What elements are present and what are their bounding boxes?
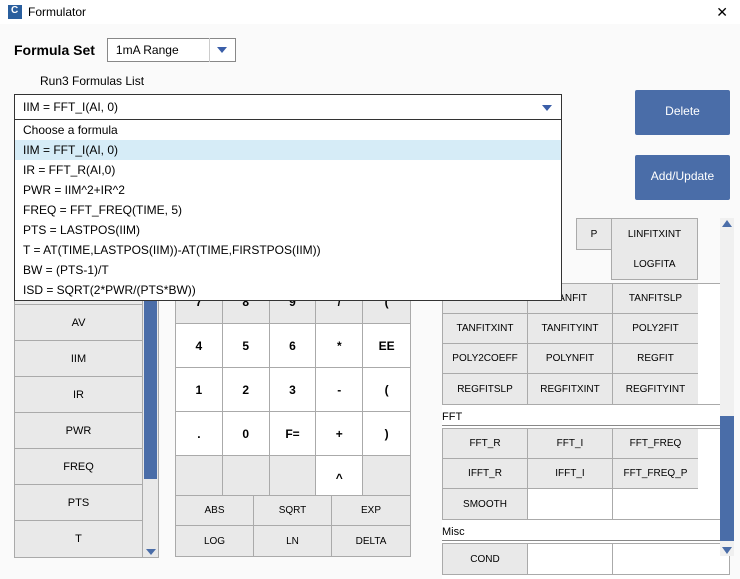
fn-tanfitxint[interactable]: TANFITXINT xyxy=(443,314,528,344)
keypad-key[interactable]: EE xyxy=(363,324,410,368)
variable-scrollbar[interactable] xyxy=(142,269,158,557)
variable-list: AIAVIIMIRPWRFREQPTST xyxy=(14,268,159,558)
misc-section-label: Misc xyxy=(442,524,730,541)
variable-item[interactable]: PTS xyxy=(15,485,142,521)
fn-sqrt[interactable]: SQRT xyxy=(254,496,332,526)
fn-poly2coeff[interactable]: POLY2COEFF xyxy=(443,344,528,374)
fn-regfitslp[interactable]: REGFITSLP xyxy=(443,374,528,404)
keypad-key[interactable]: 4 xyxy=(176,324,223,368)
fn-ln[interactable]: LN xyxy=(254,526,332,556)
add-update-button[interactable]: Add/Update xyxy=(635,155,730,200)
fn-log[interactable]: LOG xyxy=(176,526,254,556)
fn-poly2fit[interactable]: POLY2FIT xyxy=(613,314,698,344)
fn-empty xyxy=(528,544,613,574)
arrow-down-icon[interactable] xyxy=(722,547,732,554)
fft-section-label: FFT xyxy=(442,409,730,426)
variable-item[interactable]: PWR xyxy=(15,413,142,449)
keypad-empty xyxy=(270,456,317,500)
fn-polynfit[interactable]: POLYNFIT xyxy=(528,344,613,374)
fn-fft_freq[interactable]: FFT_FREQ xyxy=(613,429,698,459)
fn-empty xyxy=(613,544,698,574)
fn-empty xyxy=(528,489,613,519)
numeric-keypad: 789/(456*EE123-(.0F=+)^ xyxy=(175,279,411,501)
keypad-key[interactable]: + xyxy=(316,412,363,456)
fn-regfityint[interactable]: REGFITYINT xyxy=(613,374,698,404)
formula-set-label: Formula Set xyxy=(14,42,95,58)
fn-abs[interactable]: ABS xyxy=(176,496,254,526)
formula-option[interactable]: PTS = LASTPOS(IIM) xyxy=(15,220,561,240)
formula-option[interactable]: IIM = FFT_I(AI, 0) xyxy=(15,140,561,160)
title-bar: Formulator ✕ xyxy=(0,0,740,24)
fn-smooth[interactable]: SMOOTH xyxy=(443,489,528,519)
misc-functions-grid: COND xyxy=(442,543,730,575)
delete-button[interactable]: Delete xyxy=(635,90,730,135)
fn-fft_r[interactable]: FFT_R xyxy=(443,429,528,459)
variable-item[interactable]: IIM xyxy=(15,341,142,377)
formula-option[interactable]: Choose a formula xyxy=(15,120,561,140)
formula-option[interactable]: BW = (PTS-1)/T xyxy=(15,260,561,280)
basic-functions: ABSSQRTEXP LOGLNDELTA xyxy=(175,495,411,557)
close-icon[interactable]: ✕ xyxy=(712,4,732,21)
keypad-empty xyxy=(363,456,410,500)
formula-set-value: 1mA Range xyxy=(108,43,209,57)
formula-current: IIM = FFT_I(AI, 0) xyxy=(15,95,533,119)
fn-exp[interactable]: EXP xyxy=(332,496,410,526)
arrow-down-icon[interactable] xyxy=(146,549,156,555)
keypad-key[interactable]: * xyxy=(316,324,363,368)
variable-item[interactable]: T xyxy=(15,521,142,557)
keypad-key[interactable]: 6 xyxy=(270,324,317,368)
keypad-key[interactable]: 1 xyxy=(176,368,223,412)
chevron-down-icon[interactable] xyxy=(209,38,235,62)
fn-delta[interactable]: DELTA xyxy=(332,526,410,556)
formula-select[interactable]: IIM = FFT_I(AI, 0) xyxy=(14,94,562,120)
arrow-up-icon[interactable] xyxy=(722,220,732,227)
keypad-key[interactable]: 0 xyxy=(223,412,270,456)
formula-option[interactable]: ISD = SQRT(2*PWR/(PTS*BW)) xyxy=(15,280,561,300)
keypad-key[interactable]: F= xyxy=(270,412,317,456)
formula-set-select[interactable]: 1mA Range xyxy=(107,38,236,62)
fn-fft_i[interactable]: FFT_I xyxy=(528,429,613,459)
keypad-key[interactable]: - xyxy=(316,368,363,412)
fn-tanfitslp[interactable]: TANFITSLP xyxy=(613,284,698,314)
keypad-key[interactable]: 2 xyxy=(223,368,270,412)
keypad-key[interactable]: 5 xyxy=(223,324,270,368)
right-scrollbar[interactable] xyxy=(720,218,734,556)
keypad-key[interactable]: ^ xyxy=(316,456,363,500)
fn-ifft_i[interactable]: IFFT_I xyxy=(528,459,613,489)
fn-fft_freq_p[interactable]: FFT_FREQ_P xyxy=(613,459,698,489)
formula-dropdown[interactable]: Choose a formulaIIM = FFT_I(AI, 0)IR = F… xyxy=(14,119,562,301)
formula-option[interactable]: FREQ = FFT_FREQ(TIME, 5) xyxy=(15,200,561,220)
fn-empty xyxy=(613,489,698,519)
keypad-key[interactable]: ( xyxy=(363,368,410,412)
formulas-list-label: Run3 Formulas List xyxy=(0,68,740,94)
window-title: Formulator xyxy=(28,5,86,19)
fft-functions-grid: FFT_RFFT_IFFT_FREQ IFFT_RIFFT_IFFT_FREQ_P… xyxy=(442,428,730,520)
fn-cell[interactable]: LOGFITA xyxy=(611,249,698,280)
fn-cell[interactable]: LINFITXINT xyxy=(612,219,697,249)
keypad-empty xyxy=(223,456,270,500)
fn-tanfityint[interactable]: TANFITYINT xyxy=(528,314,613,344)
formula-option[interactable]: T = AT(TIME,LASTPOS(IIM))-AT(TIME,FIRSTP… xyxy=(15,240,561,260)
fn-cond[interactable]: COND xyxy=(443,544,528,574)
keypad-key[interactable]: . xyxy=(176,412,223,456)
formula-option[interactable]: PWR = IIM^2+IR^2 xyxy=(15,180,561,200)
formula-option[interactable]: IR = FFT_R(AI,0) xyxy=(15,160,561,180)
keypad-key[interactable]: 3 xyxy=(270,368,317,412)
app-icon xyxy=(8,5,22,19)
variable-item[interactable]: IR xyxy=(15,377,142,413)
variable-item[interactable]: FREQ xyxy=(15,449,142,485)
fn-cell[interactable]: P xyxy=(577,219,612,249)
fn-ifft_r[interactable]: IFFT_R xyxy=(443,459,528,489)
keypad-empty xyxy=(176,456,223,500)
fn-regfit[interactable]: REGFIT xyxy=(613,344,698,374)
scroll-thumb[interactable] xyxy=(720,416,734,541)
fn-regfitxint[interactable]: REGFITXINT xyxy=(528,374,613,404)
variable-item[interactable]: AV xyxy=(15,305,142,341)
keypad-key[interactable]: ) xyxy=(363,412,410,456)
fit-functions-grid: LOGFITBTANFITTANFITSLPTANFITXINTTANFITYI… xyxy=(442,283,730,405)
chevron-down-icon[interactable] xyxy=(533,95,561,121)
